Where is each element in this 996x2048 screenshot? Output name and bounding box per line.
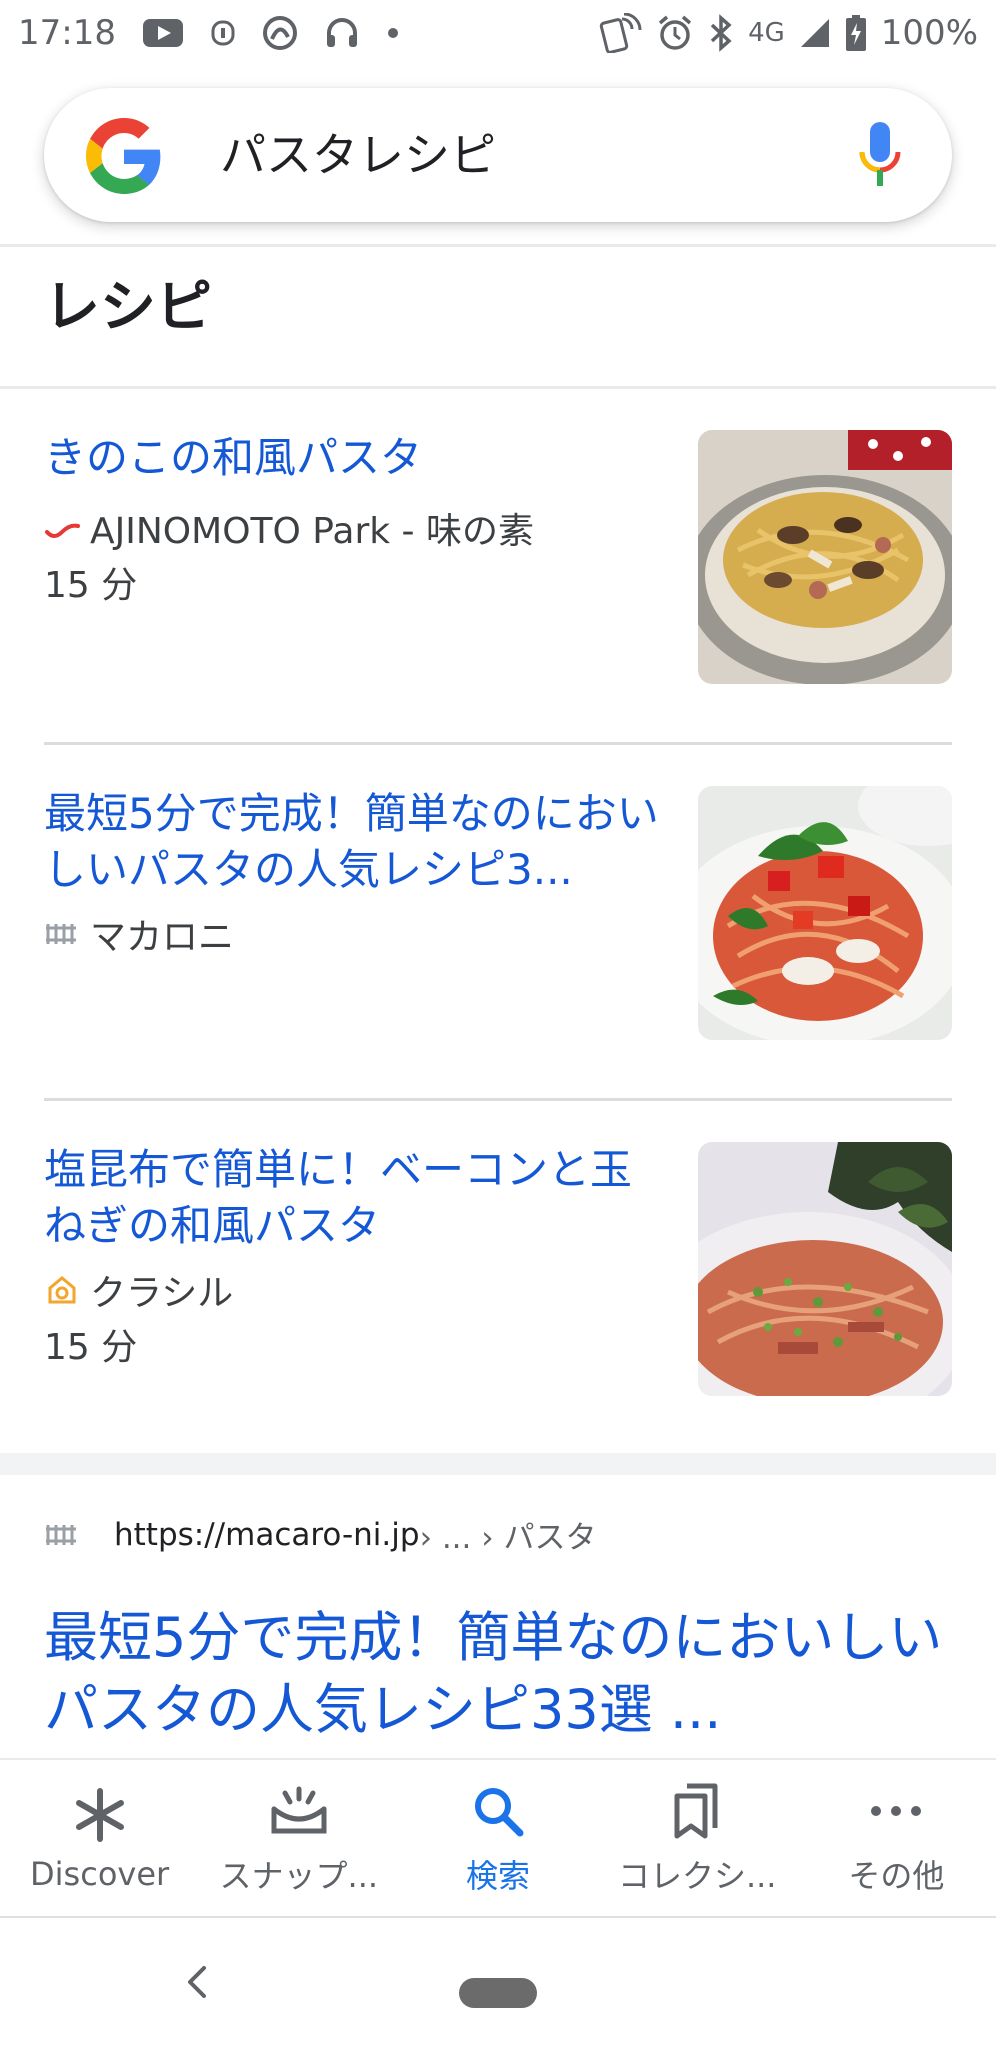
nav-label: 検索 [466, 1857, 531, 1895]
recipe-source-name: AJINOMOTO Park - 味の素 [90, 511, 534, 552]
nav-collections[interactable]: コレクシ... [598, 1760, 797, 1916]
recipe-title[interactable]: 塩昆布で簡単に！ベーコンと玉ねぎの和風パスタ [44, 1142, 664, 1254]
nav-label: コレクシ... [617, 1857, 777, 1895]
dot-icon [386, 26, 400, 40]
search-icon [466, 1779, 530, 1843]
recipe-thumbnail[interactable] [698, 786, 952, 1040]
recipe-divider [44, 1098, 952, 1101]
clock: 17:18 [18, 13, 116, 53]
google-logo-icon [86, 118, 162, 194]
network-type: 4G [748, 18, 785, 48]
youtube-icon [142, 17, 184, 49]
more-icon [864, 1779, 928, 1843]
nav-label: スナップ... [219, 1857, 379, 1895]
headset-icon [324, 16, 360, 50]
recipe-card[interactable]: 最短5分で完成！簡単なのにおいしいパスタの人気レシピ3... マカロニ [44, 786, 952, 1042]
recipe-source: クラシル [44, 1264, 233, 1316]
recipe-divider [44, 742, 952, 745]
nav-label: Discover [30, 1855, 170, 1893]
recipe-time: 15 分 [44, 565, 138, 606]
web-result-url[interactable]: https://macaro-ni.jp › ... › パスタ [44, 1512, 596, 1557]
system-navigation-bar [0, 1916, 996, 2048]
nav-discover[interactable]: Discover [0, 1760, 199, 1916]
asterisk-icon [68, 1783, 132, 1847]
status-bar: 17:18 4G 100% [0, 0, 996, 66]
snapshot-icon [267, 1779, 331, 1843]
recipe-title[interactable]: きのこの和風パスタ [44, 430, 664, 486]
recipe-source: AJINOMOTO Park - 味の素 [44, 502, 534, 554]
microphone-icon[interactable] [854, 120, 906, 192]
search-divider [0, 244, 996, 247]
web-result-host: https://macaro-ni.jp [114, 1516, 420, 1553]
kurashiru-logo-icon [44, 1272, 80, 1308]
status-left: 17:18 [18, 13, 400, 53]
recipe-source: マカロニ [44, 908, 234, 960]
search-input[interactable]: パスタレシピ [220, 88, 496, 222]
ajinomoto-logo-icon [44, 510, 80, 546]
signal-icon [799, 17, 831, 49]
macaroni-favicon-icon [44, 1517, 80, 1553]
battery-icon [845, 14, 867, 52]
nav-snapshot[interactable]: スナップ... [199, 1760, 398, 1916]
home-pill-button[interactable] [459, 1978, 537, 2008]
web-result-title[interactable]: 最短5分で完成！簡単なのにおいしいパスタの人気レシピ33選 ... [44, 1602, 944, 1746]
bottom-navigation: Discover スナップ... 検索 コレクシ... その他 [0, 1758, 996, 1916]
macaroni-logo-icon [44, 916, 80, 952]
recipe-source-name: マカロニ [90, 917, 235, 958]
alarm-icon [656, 14, 694, 52]
recipe-time: 15 分 [44, 1327, 138, 1368]
notification-icon [210, 18, 236, 48]
section-divider [0, 386, 996, 389]
nav-more[interactable]: その他 [797, 1760, 996, 1916]
recipe-thumbnail[interactable] [698, 430, 952, 684]
nav-label: その他 [848, 1857, 945, 1895]
section-gap [0, 1453, 996, 1475]
section-title-recipes: レシピ [44, 275, 212, 340]
bluetooth-icon [708, 14, 734, 52]
collections-icon [665, 1779, 729, 1843]
search-bar[interactable]: パスタレシピ [44, 88, 952, 222]
back-icon[interactable] [178, 1962, 218, 2002]
recipe-card[interactable]: 塩昆布で簡単に！ベーコンと玉ねぎの和風パスタ クラシル 15 分 [44, 1142, 952, 1398]
status-right: 4G 100% [598, 13, 978, 53]
nfc-icon [598, 13, 642, 53]
app-icon [262, 15, 298, 51]
battery-level: 100% [880, 13, 978, 53]
recipe-thumbnail[interactable] [698, 1142, 952, 1396]
nav-search[interactable]: 検索 [398, 1760, 597, 1916]
web-result-breadcrumb: › ... › パスタ [419, 1520, 597, 1556]
recipe-title[interactable]: 最短5分で完成！簡単なのにおいしいパスタの人気レシピ3... [44, 786, 664, 898]
recipe-source-name: クラシル [90, 1273, 234, 1314]
recipe-card[interactable]: きのこの和風パスタ AJINOMOTO Park - 味の素 15 分 [44, 430, 952, 686]
